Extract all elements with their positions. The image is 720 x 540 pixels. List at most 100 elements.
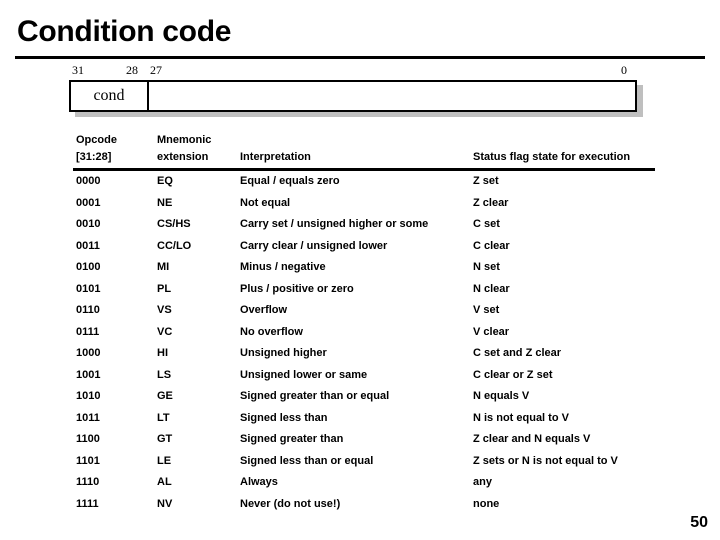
cell-status-flags: V clear [473, 325, 510, 338]
cell-interpretation: Signed less than or equal [240, 454, 374, 467]
cell-status-flags: N is not equal to V [473, 411, 569, 424]
table-row: 1110 AL Always any [73, 475, 655, 497]
table-row: 0100 MI Minus / negative N set [73, 260, 655, 282]
bit-label-31: 31 [72, 63, 84, 77]
table-row: 0001 NE Not equal Z clear [73, 196, 655, 218]
cell-interpretation: Overflow [240, 304, 288, 316]
cell-opcode: 0010 [76, 218, 101, 230]
cell-opcode: 1101 [76, 454, 100, 467]
cell-interpretation: Plus / positive or zero [240, 282, 354, 295]
cell-status-flags: any [473, 476, 492, 488]
cell-mnemonic: CC/LO [157, 239, 192, 252]
table-row: 1010 GE Signed greater than or equal N equa… [73, 389, 655, 411]
cell-mnemonic: CS/HS [157, 218, 191, 230]
page-title: Condition code [17, 15, 232, 48]
cell-mnemonic: NV [157, 497, 173, 510]
cell-interpretation: Unsigned lower or same [240, 368, 368, 381]
cell-mnemonic: LE [157, 454, 172, 467]
table-row: 0101 PL Plus / positive or zero N clear [73, 282, 655, 304]
slide-page-number: 50 [690, 514, 708, 531]
cell-mnemonic: HI [157, 347, 168, 359]
bit-label-27: 27 [150, 63, 162, 77]
cell-opcode: 0110 [76, 304, 100, 316]
table-row: 0010 CS/HS Carry set / unsigned higher or … [73, 217, 655, 239]
cell-interpretation: Minus / negative [240, 261, 326, 273]
table-row: 1100 GT Signed greater than Z clear and N e… [73, 432, 655, 454]
cell-interpretation: Carry set / unsigned higher or some [240, 218, 429, 230]
table-row: 1011 LT Signed less than N is not equal to … [73, 411, 655, 433]
cell-opcode: 1111 [76, 497, 99, 510]
table-row: 0111 VC No overflow V clear [73, 325, 655, 347]
table-row: 1000 HI Unsigned higher C set and Z clear [73, 346, 655, 368]
cell-status-flags: V set [473, 304, 500, 316]
cell-interpretation: Not equal [240, 196, 291, 209]
cell-opcode: 1001 [76, 368, 101, 381]
cell-status-flags: C set and Z clear [473, 347, 562, 359]
cell-interpretation: Always [240, 476, 278, 488]
cell-interpretation: Signed less than [240, 411, 328, 424]
cell-interpretation: Unsigned higher [240, 347, 327, 359]
cell-status-flags: N set [473, 261, 500, 273]
table-row: 1001 LS Unsigned lower or same C clear or Z… [73, 368, 655, 390]
table-header-divider [73, 168, 655, 171]
cell-mnemonic: GE [157, 390, 173, 402]
cell-opcode: 1110 [76, 476, 100, 488]
table-row: 0011 CC/LO Carry clear / unsigned lower C c… [73, 239, 655, 261]
cell-opcode: 0100 [76, 261, 101, 273]
cell-opcode: 0101 [76, 282, 101, 295]
cell-opcode: 0111 [76, 325, 100, 338]
header-status-flags: Status flag state for execution [473, 151, 631, 163]
cell-status-flags: N clear [473, 282, 510, 295]
cell-mnemonic: NE [157, 196, 173, 209]
table-header-row: Opcode [31:28] Mnemonic extension Interp… [73, 133, 655, 168]
cell-opcode: 0000 [76, 175, 101, 187]
cell-interpretation: Never (do not use!) [240, 497, 341, 510]
cell-status-flags: C clear [473, 239, 510, 252]
cell-status-flags: Z clear and N equals V [473, 433, 591, 445]
cell-status-flags: Z clear [473, 196, 509, 209]
bitfield-boxes: cond [69, 80, 637, 112]
condition-code-table: Opcode [31:28] Mnemonic extension Interp… [73, 133, 655, 510]
cond-field-cell: cond [71, 82, 149, 110]
cell-opcode: 0011 [76, 239, 100, 252]
cell-status-flags: Z sets or N is not equal to V [473, 454, 618, 467]
cell-status-flags: Z set [473, 175, 499, 187]
table-row: 0110 VS Overflow V set [73, 303, 655, 325]
title-divider [15, 56, 705, 59]
cell-interpretation: Carry clear / unsigned lower [240, 239, 388, 252]
cell-opcode: 1010 [76, 390, 101, 402]
cell-status-flags: C set [473, 218, 500, 230]
bit-label-28: 28 [126, 63, 138, 77]
cell-opcode: 0001 [76, 196, 101, 209]
instruction-bitfield-diagram: 31 28 27 0 cond [69, 63, 643, 118]
table-row: 1101 LE Signed less than or equal Z sets or… [73, 454, 655, 476]
cell-mnemonic: LS [157, 368, 172, 381]
cell-mnemonic: PL [157, 282, 172, 295]
cell-mnemonic: VC [157, 325, 173, 338]
table-row: 0000 EQ Equal / equals zero Z set [73, 174, 655, 196]
header-opcode-line2: [31:28] [76, 151, 112, 163]
cell-status-flags: C clear or Z set [473, 368, 553, 381]
cell-mnemonic: LT [157, 411, 170, 424]
table-body: 0000 EQ Equal / equals zero Z set 0001 NE Not … [73, 174, 655, 518]
cell-opcode: 1011 [76, 411, 100, 424]
remaining-field-cell [149, 82, 635, 110]
header-mnemonic-line2: extension [157, 151, 209, 163]
header-mnemonic-line1: Mnemonic [157, 134, 212, 146]
cell-opcode: 1000 [76, 347, 101, 359]
header-opcode-line1: Opcode [76, 134, 117, 146]
cell-mnemonic: AL [157, 476, 172, 488]
table-row: 1111 NV Never (do not use!) none [73, 497, 655, 519]
cell-mnemonic: MI [157, 261, 170, 273]
cell-mnemonic: GT [157, 433, 173, 445]
cell-mnemonic: EQ [157, 175, 173, 187]
cell-status-flags: none [473, 497, 500, 510]
cell-interpretation: Signed greater than or equal [240, 390, 390, 402]
cell-mnemonic: VS [157, 304, 172, 316]
bit-label-0: 0 [621, 63, 627, 77]
cell-interpretation: Equal / equals zero [240, 175, 340, 187]
cell-interpretation: No overflow [240, 325, 303, 338]
cell-status-flags: N equals V [473, 390, 530, 402]
header-interpretation: Interpretation [240, 151, 311, 163]
cell-interpretation: Signed greater than [240, 433, 344, 445]
